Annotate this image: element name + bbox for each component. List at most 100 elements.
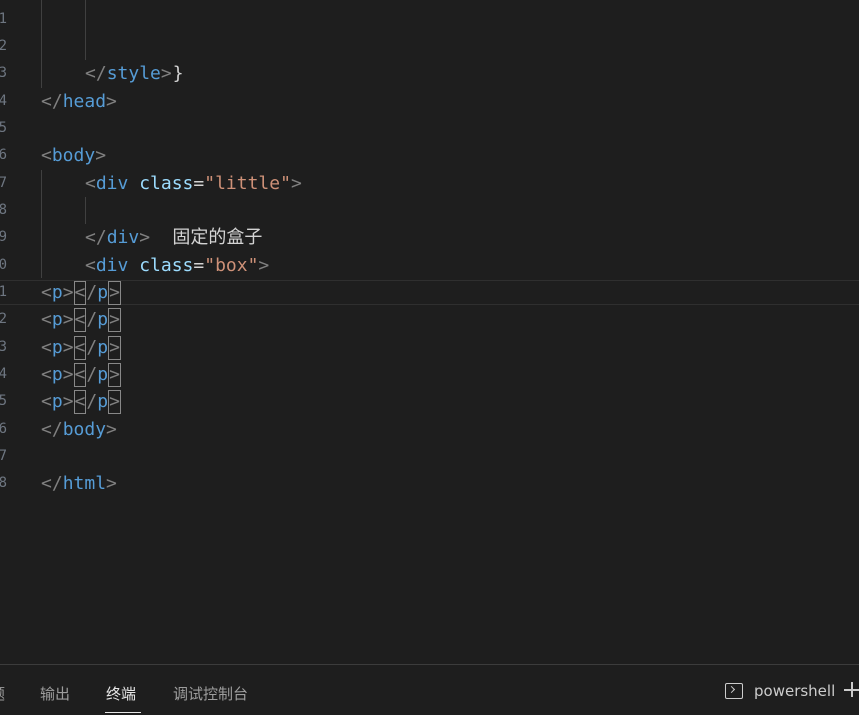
punctuation: > — [62, 282, 74, 303]
punctuation: < — [85, 255, 96, 276]
line-number: 0 — [0, 257, 7, 273]
code-editor[interactable]: 1 2 3 4 5 6 7 8 9 0 1 2 3 4 5 6 7 8 } </… — [0, 0, 859, 664]
tag-name: p — [97, 309, 109, 330]
line-number: 5 — [0, 120, 7, 136]
tab-terminal[interactable]: 终端 — [106, 683, 136, 704]
line-number: 2 — [0, 38, 7, 54]
indent-guide — [41, 170, 42, 278]
equals-sign: = — [193, 173, 205, 194]
line-number: 4 — [0, 93, 7, 109]
tag-name: html — [62, 473, 107, 494]
bracket-match-highlight: < — [73, 308, 87, 332]
tag-name: p — [97, 391, 109, 412]
line-number: 1 — [0, 284, 7, 300]
terminal-icon[interactable] — [725, 683, 743, 699]
active-tab-indicator — [105, 712, 141, 713]
code-line: <p></p> — [41, 334, 121, 361]
punctuation: > — [106, 91, 117, 112]
punctuation: < — [41, 391, 52, 412]
code-line: <p></p> — [41, 306, 121, 333]
tag-name: div — [95, 255, 129, 276]
bracket-match-highlight: > — [108, 336, 121, 360]
punctuation: / — [86, 391, 98, 412]
punctuation: > — [62, 309, 74, 330]
tag-name: p — [51, 391, 63, 412]
bracket-match-highlight: < — [73, 363, 87, 387]
code-line: <p></p> — [41, 279, 121, 306]
tag-name: body — [51, 145, 96, 166]
punctuation: > — [139, 227, 151, 248]
punctuation: < — [85, 173, 96, 194]
punctuation: </ — [41, 91, 63, 112]
indent-guide — [85, 197, 86, 224]
tag-name: p — [97, 364, 109, 385]
punctuation: < — [41, 364, 52, 385]
punctuation: </ — [41, 419, 63, 440]
indent-guide — [85, 0, 86, 60]
code-line: </div> — [85, 224, 150, 251]
indent-guide — [41, 0, 42, 88]
punctuation: < — [41, 282, 52, 303]
tag-name: style — [106, 63, 161, 84]
punctuation: > — [62, 364, 74, 385]
line-number: 3 — [0, 339, 7, 355]
tag-name: div — [95, 173, 129, 194]
tab-output[interactable]: 输出 — [40, 683, 70, 704]
bracket-match-highlight: > — [108, 390, 121, 414]
punctuation: > — [106, 419, 117, 440]
tab-problems[interactable]: 题 — [0, 683, 5, 704]
tag-name: p — [51, 337, 63, 358]
punctuation: < — [41, 337, 52, 358]
punctuation: > — [62, 391, 74, 412]
tag-name: p — [51, 309, 63, 330]
punctuation: </ — [41, 473, 63, 494]
line-number: 7 — [0, 175, 7, 191]
tag-name: p — [97, 282, 109, 303]
bracket-match-highlight: < — [73, 336, 87, 360]
bracket-match-highlight: > — [108, 281, 121, 305]
line-number: 8 — [0, 202, 7, 218]
attribute-value: "box" — [204, 255, 259, 276]
bracket-match-highlight: > — [108, 363, 121, 387]
attribute-name: class — [139, 173, 194, 194]
punctuation: / — [86, 364, 98, 385]
tag-name: p — [97, 337, 109, 358]
code-line: </body> — [41, 416, 117, 443]
punctuation: / — [86, 309, 98, 330]
plus-icon[interactable] — [844, 681, 859, 699]
line-number: 3 — [0, 65, 7, 81]
attribute-name: class — [139, 255, 194, 276]
line-number: 8 — [0, 475, 7, 491]
line-number: 5 — [0, 393, 7, 409]
code-line: 固定的盒子 — [129, 197, 262, 248]
tag-name: div — [106, 227, 140, 248]
punctuation: > — [160, 63, 172, 84]
code-line: <p></p> — [41, 361, 121, 388]
punctuation: / — [86, 337, 98, 358]
punctuation: </ — [85, 227, 107, 248]
code-line: <div class="box"> — [85, 252, 269, 279]
line-number: 9 — [0, 229, 7, 245]
punctuation: > — [290, 173, 302, 194]
code-line: <body> — [41, 142, 106, 169]
bracket-match-highlight: < — [73, 390, 87, 414]
code-line: </head> — [41, 88, 117, 115]
code-line: </html> — [41, 470, 117, 497]
tag-name: p — [51, 364, 63, 385]
punctuation: > — [258, 255, 270, 276]
tab-debug-console[interactable]: 调试控制台 — [173, 683, 248, 704]
terminal-selector[interactable]: powershell — [754, 682, 835, 700]
tag-name: p — [51, 282, 63, 303]
current-line-highlight — [0, 280, 859, 305]
code-line: } — [129, 33, 183, 84]
bracket-match-highlight: < — [73, 281, 87, 305]
bracket-match-highlight: > — [108, 308, 121, 332]
tag-name: body — [62, 419, 107, 440]
punctuation: > — [106, 473, 117, 494]
line-number: 1 — [0, 11, 7, 27]
punctuation: < — [41, 309, 52, 330]
line-number: 7 — [0, 448, 7, 464]
attribute-value: "little" — [204, 173, 291, 194]
tag-name: head — [62, 91, 107, 112]
line-number: 6 — [0, 421, 7, 437]
